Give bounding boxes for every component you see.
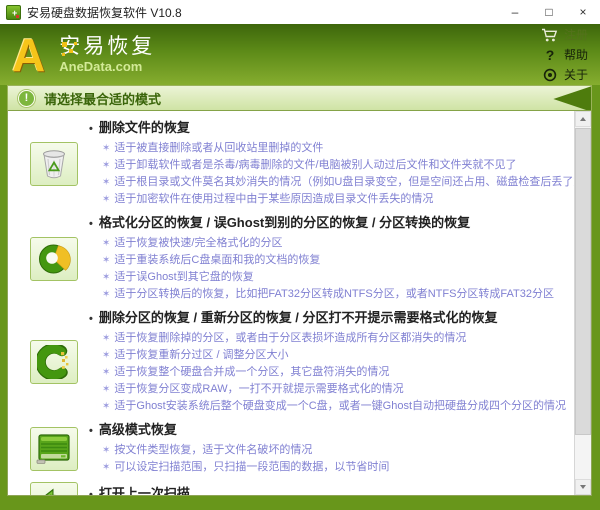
bullet-icon: • bbox=[89, 218, 93, 230]
vertical-scrollbar[interactable] bbox=[574, 111, 591, 495]
cart-icon bbox=[540, 28, 560, 42]
logo-a-icon: A bbox=[12, 28, 46, 81]
bullet-icon: • bbox=[89, 425, 93, 437]
content-panel: • 删除文件的恢复 ✶ 适于被直接删除或者从回收站里删掉的文件 ✶ 适于卸载软件或者是… bbox=[7, 111, 592, 496]
star-bullet-icon: ✶ bbox=[102, 255, 111, 266]
mode-link[interactable]: ✶ 适于恢复重新分过区 / 调整分区大小 bbox=[89, 347, 574, 364]
close-button[interactable]: × bbox=[566, 0, 600, 24]
brand-name-en: AneData.com bbox=[59, 59, 143, 74]
mode-link[interactable]: ✶ 可以设定扫描范围，只扫描一段范围的数据，以节省时间 bbox=[89, 459, 574, 476]
status-message: 请选择最合适的模式 bbox=[44, 91, 162, 107]
star-bullet-icon: ✶ bbox=[102, 177, 111, 188]
mode-link[interactable]: ✶ 适于加密软件在使用过程中由于某些原因造成目录文件丢失的情况 bbox=[89, 191, 574, 208]
mode-link[interactable]: ✶ 适于恢复删除掉的分区，或者由于分区表损坏造成所有分区都消失的情况 bbox=[89, 330, 574, 347]
broken-partition-icon[interactable] bbox=[30, 340, 78, 384]
mode-link[interactable]: ✶ 适于Ghost安装系统后整个硬盘变成一个C盘，或者一键Ghost自动把硬盘分成… bbox=[89, 398, 574, 415]
exclamation-icon: ! bbox=[18, 89, 35, 107]
star-bullet-icon: ✶ bbox=[102, 445, 111, 456]
header-menu: 注册 ? 帮助 关于 bbox=[540, 25, 588, 84]
section-title: • 删除分区的恢复 / 重新分区的恢复 / 分区打不开提示需要格式化的恢复 bbox=[89, 310, 498, 325]
mode-link[interactable]: ✶ 按文件类型恢复，适于文件名破坏的情况 bbox=[89, 442, 574, 459]
section-formatted-partition: • 格式化分区的恢复 / 误Ghost到别的分区的恢复 / 分区转换的恢复 ✶ 适于… bbox=[30, 214, 574, 303]
mode-link[interactable]: ✶ 适于恢复整个硬盘合并成一个分区，其它盘符消失的情况 bbox=[89, 364, 574, 381]
section-deleted-partition: • 删除分区的恢复 / 重新分区的恢复 / 分区打不开提示需要格式化的恢复 ✶ 适于… bbox=[30, 309, 574, 415]
window-frame: ! 请选择最合适的模式 • 删除文件的恢复 ✶ 适于被直接删除或者从回收站里删掉… bbox=[0, 85, 600, 510]
logo: A 安易恢复 AneData.com bbox=[0, 28, 156, 81]
undo-arrow-icon[interactable] bbox=[30, 482, 78, 495]
about-label: 关于 bbox=[563, 68, 588, 82]
star-bullet-icon: ✶ bbox=[102, 143, 111, 154]
mode-link[interactable]: ✶ 适于分区转换后的恢复，比如把FAT32分区转成NTFS分区，或者NTFS分区转… bbox=[89, 286, 574, 303]
star-bullet-icon: ✶ bbox=[102, 401, 111, 412]
mode-link[interactable]: ✶ 适于恢复分区变成RAW，一打不开就提示需要格式化的情况 bbox=[89, 381, 574, 398]
mode-link[interactable]: ✶ 适于卸载软件或者是杀毒/病毒删除的文件/电脑被别人动过后文件和文件夹就不见了 bbox=[89, 157, 574, 174]
register-label: 注册 bbox=[563, 28, 588, 42]
mode-link[interactable]: ✶ 适于误Ghost到其它盘的恢复 bbox=[89, 269, 574, 286]
bullet-icon: • bbox=[89, 489, 93, 495]
section-title: • 高级模式恢复 bbox=[89, 422, 177, 437]
minimize-button[interactable]: – bbox=[498, 0, 532, 24]
section-title: • 删除文件的恢复 bbox=[89, 120, 190, 135]
star-bullet-icon: ✶ bbox=[102, 333, 111, 344]
title-bar: + 安易硬盘数据恢复软件 V10.8 – □ × bbox=[0, 0, 600, 24]
window-title: 安易硬盘数据恢复软件 V10.8 bbox=[27, 5, 182, 20]
star-bullet-icon: ✶ bbox=[102, 272, 111, 283]
brand-name-cn: 安易恢复 bbox=[59, 35, 156, 58]
format-pie-icon[interactable] bbox=[30, 236, 78, 281]
app-icon: + bbox=[6, 4, 21, 20]
scrollbar-thumb[interactable] bbox=[575, 128, 591, 435]
scroll-down-button[interactable] bbox=[575, 479, 591, 495]
section-open-last-scan: •打开上一次扫描 ✶打开本软件上一次扫描到数据后，保存出来的 *.anf 文件 bbox=[30, 482, 574, 495]
section-title: • 打开上一次扫描 bbox=[89, 485, 574, 495]
triangle-up-icon bbox=[580, 117, 586, 121]
triangle-down-icon bbox=[580, 485, 586, 489]
about-menu-item[interactable]: 关于 bbox=[540, 65, 588, 84]
star-bullet-icon: ✶ bbox=[102, 160, 111, 171]
star-bullet-icon: ✶ bbox=[102, 367, 111, 378]
status-bar: ! 请选择最合适的模式 bbox=[7, 85, 592, 111]
header: A 安易恢复 AneData.com 注册 ? 帮助 关于 bbox=[0, 24, 600, 85]
mode-list: • 删除文件的恢复 ✶ 适于被直接删除或者从回收站里删掉的文件 ✶ 适于卸载软件或者是… bbox=[8, 111, 574, 495]
mode-link[interactable]: ✶ 适于根目录或文件莫名其妙消失的情况（例如U盘目录变空，但是空间还占用、磁盘检查… bbox=[89, 174, 574, 191]
star-bullet-icon: ✶ bbox=[102, 384, 111, 395]
star-bullet-icon: ✶ bbox=[102, 350, 111, 361]
section-deleted-files: • 删除文件的恢复 ✶ 适于被直接删除或者从回收站里删掉的文件 ✶ 适于卸载软件或者是… bbox=[30, 119, 574, 208]
mode-link[interactable]: ✶ 适于重装系统后C盘桌面和我的文档的恢复 bbox=[89, 252, 574, 269]
recycle-bin-icon[interactable] bbox=[30, 141, 78, 186]
hdd-icon[interactable] bbox=[30, 426, 78, 471]
section-advanced-mode: • 高级模式恢复 ✶ 按文件类型恢复，适于文件名破坏的情况 ✶ 可以设定扫描范围，只扫… bbox=[30, 421, 574, 476]
about-icon bbox=[540, 68, 560, 82]
mode-link[interactable]: ✶ 适于恢复被快速/完全格式化的分区 bbox=[89, 235, 574, 252]
star-bullet-icon: ✶ bbox=[102, 289, 111, 300]
help-label: 帮助 bbox=[563, 48, 588, 62]
star-bullet-icon: ✶ bbox=[102, 238, 111, 249]
scroll-up-button[interactable] bbox=[575, 111, 591, 127]
ribbon-arrow-icon bbox=[553, 86, 591, 110]
bullet-icon: • bbox=[89, 313, 93, 325]
bullet-icon: • bbox=[89, 123, 93, 135]
register-menu-item[interactable]: 注册 bbox=[540, 25, 588, 44]
star-bullet-icon: ✶ bbox=[102, 194, 111, 205]
section-title: • 格式化分区的恢复 / 误Ghost到别的分区的恢复 / 分区转换的恢复 bbox=[89, 215, 471, 230]
help-icon: ? bbox=[545, 46, 555, 63]
star-bullet-icon: ✶ bbox=[102, 462, 111, 473]
help-menu-item[interactable]: ? 帮助 bbox=[540, 45, 588, 64]
maximize-button[interactable]: □ bbox=[532, 0, 566, 24]
mode-link[interactable]: ✶ 适于被直接删除或者从回收站里删掉的文件 bbox=[89, 140, 574, 157]
